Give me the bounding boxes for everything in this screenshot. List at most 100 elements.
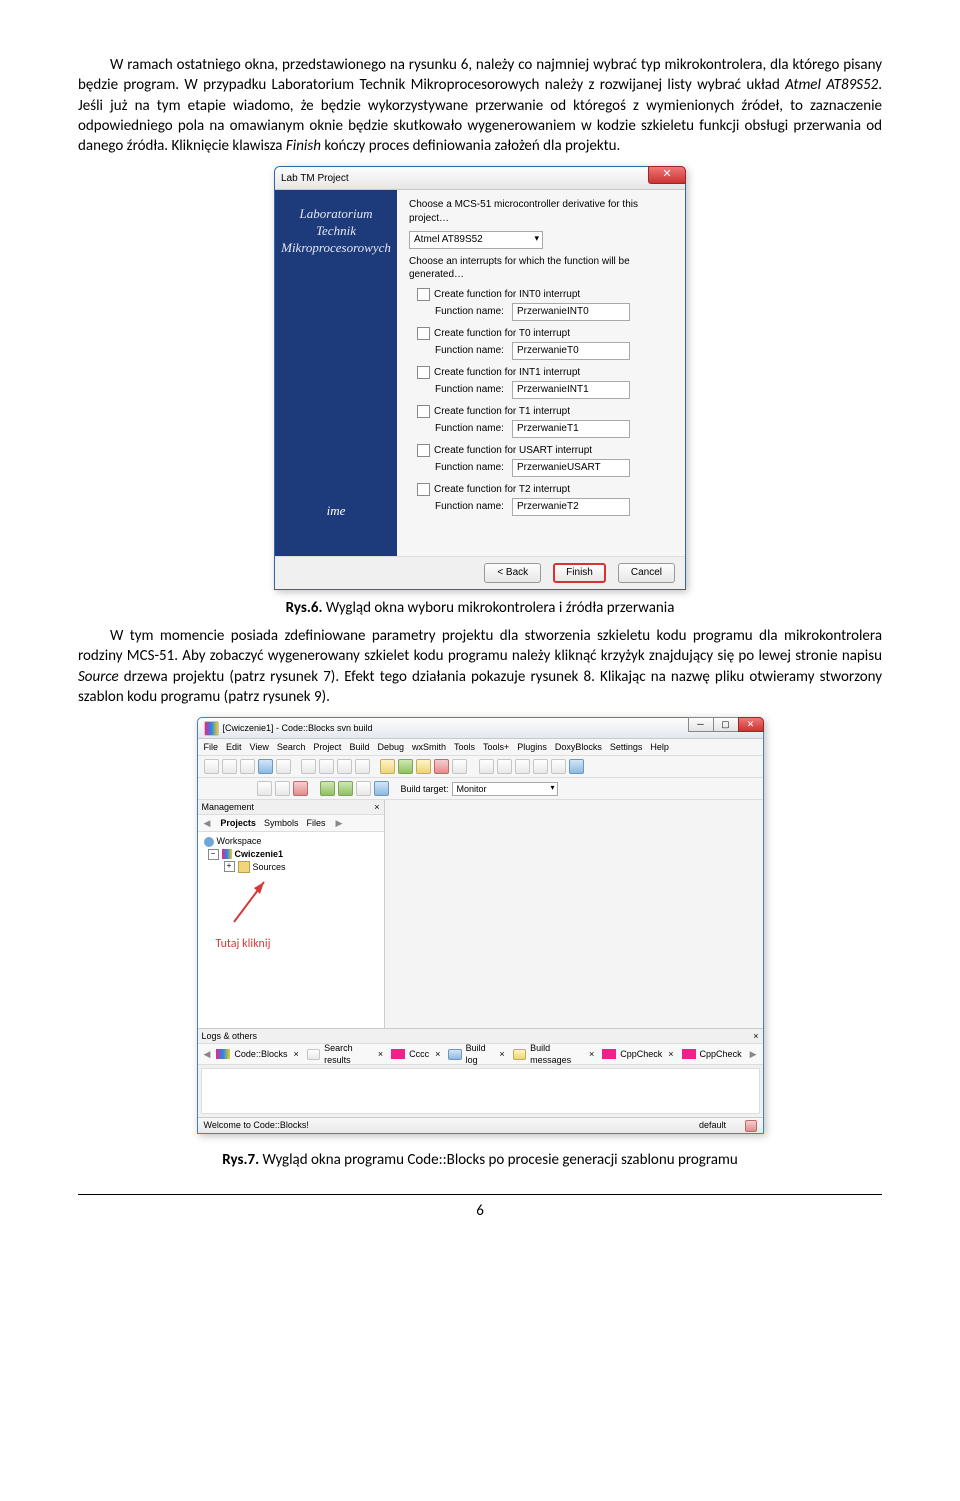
tool-icon[interactable]	[319, 759, 334, 774]
fn-input[interactable]: PrzerwanieT2	[512, 498, 630, 516]
checkbox[interactable]	[417, 405, 430, 418]
close-icon[interactable]: ✕	[738, 717, 764, 732]
menu-item[interactable]: Project	[313, 741, 341, 753]
menu-item[interactable]: Edit	[226, 741, 242, 753]
tree-collapse-icon[interactable]: −	[208, 849, 219, 860]
stop-icon[interactable]	[434, 759, 449, 774]
sidebar-line: Mikroprocesorowych	[281, 240, 391, 257]
menu-item[interactable]: Tools	[454, 741, 475, 753]
tree-expand-icon[interactable]: +	[224, 861, 235, 872]
back-button[interactable]: < Back	[484, 563, 541, 583]
finish-button[interactable]: Finish	[553, 563, 606, 583]
tool-icon[interactable]	[240, 759, 255, 774]
log-tab[interactable]: Code::Blocks	[232, 1048, 289, 1060]
log-tab[interactable]: Build messages	[528, 1042, 585, 1066]
menu-item[interactable]: Tools+	[483, 741, 509, 753]
log-tab[interactable]: Build log	[464, 1042, 496, 1066]
log-tab[interactable]: CppCheck	[618, 1048, 664, 1060]
cancel-button[interactable]: Cancel	[618, 563, 675, 583]
tool-icon[interactable]	[276, 759, 291, 774]
tab-close-icon[interactable]: ×	[497, 1048, 506, 1060]
menu-item[interactable]: Plugins	[517, 741, 547, 753]
tree-project[interactable]: Cwiczenie1	[235, 848, 284, 861]
tab-close-icon[interactable]: ×	[587, 1048, 596, 1060]
fn-input[interactable]: PrzerwanieINT0	[512, 303, 630, 321]
tab-close-icon[interactable]: ×	[291, 1048, 300, 1060]
tool-icon[interactable]	[275, 781, 290, 796]
log-tab-icon	[391, 1049, 405, 1059]
fn-label: Function name:	[435, 422, 504, 436]
tab-files[interactable]: Files	[306, 817, 325, 829]
minimize-icon[interactable]: ─	[688, 717, 714, 732]
menu-item[interactable]: DoxyBlocks	[555, 741, 602, 753]
menu-item[interactable]: File	[204, 741, 219, 753]
checkbox[interactable]	[417, 444, 430, 457]
fn-input[interactable]: PrzerwanieUSART	[512, 459, 630, 477]
menu-item[interactable]: wxSmith	[412, 741, 446, 753]
tool-icon[interactable]	[204, 759, 219, 774]
checkbox[interactable]	[417, 327, 430, 340]
tool-icon[interactable]	[374, 781, 389, 796]
play-icon[interactable]	[338, 781, 353, 796]
log-tab[interactable]: Search results	[322, 1042, 374, 1066]
maximize-icon[interactable]: ▢	[713, 717, 739, 732]
tool-icon[interactable]	[293, 781, 308, 796]
tool-icon[interactable]	[337, 759, 352, 774]
tool-icon[interactable]	[533, 759, 548, 774]
log-tab-icon	[682, 1049, 696, 1059]
fn-input[interactable]: PrzerwanieT1	[512, 420, 630, 438]
logs-panel: Logs & others × ◀ Code::Blocks× Search r…	[198, 1028, 763, 1114]
tool-icon[interactable]	[356, 781, 371, 796]
menu-item[interactable]: Debug	[377, 741, 404, 753]
menu-item[interactable]: Help	[650, 741, 669, 753]
sidebar-line: Technik	[281, 223, 391, 240]
tab-close-icon[interactable]: ×	[376, 1048, 385, 1060]
tree-workspace[interactable]: Workspace	[217, 835, 262, 848]
tool-icon[interactable]	[497, 759, 512, 774]
tool-icon[interactable]	[452, 759, 467, 774]
fn-input[interactable]: PrzerwanieT0	[512, 342, 630, 360]
tree-sources[interactable]: Sources	[253, 861, 286, 874]
project-tree: Workspace − Cwiczenie1 + Sources	[198, 832, 384, 876]
tool-icon[interactable]	[355, 759, 370, 774]
checkbox[interactable]	[417, 483, 430, 496]
fn-input[interactable]: PrzerwanieINT1	[512, 381, 630, 399]
play-icon[interactable]	[320, 781, 335, 796]
log-tab[interactable]: Cccc	[407, 1048, 431, 1060]
nav-next-icon[interactable]: ▶	[333, 817, 344, 829]
checkbox[interactable]	[417, 288, 430, 301]
tool-icon[interactable]	[222, 759, 237, 774]
search-icon	[307, 1049, 320, 1060]
tool-icon[interactable]	[569, 759, 584, 774]
menu-item[interactable]: Build	[349, 741, 369, 753]
mcu-select[interactable]: Atmel AT89S52	[409, 231, 543, 249]
nav-prev-icon[interactable]: ◀	[202, 817, 213, 829]
tab-projects[interactable]: Projects	[220, 817, 256, 829]
nav-prev-icon[interactable]: ◀	[202, 1048, 213, 1060]
log-tab[interactable]: CppCheck	[698, 1048, 744, 1060]
build-run-icon[interactable]	[416, 759, 431, 774]
menu-item[interactable]: Settings	[610, 741, 643, 753]
tool-icon[interactable]	[258, 759, 273, 774]
gear-icon[interactable]	[380, 759, 395, 774]
panel-close-icon[interactable]: ×	[753, 1030, 758, 1042]
workspace-icon	[204, 837, 214, 847]
tool-icon[interactable]	[301, 759, 316, 774]
panel-close-icon[interactable]: ×	[374, 801, 379, 813]
run-icon[interactable]	[398, 759, 413, 774]
tab-close-icon[interactable]: ×	[666, 1048, 675, 1060]
menu-item[interactable]: Search	[277, 741, 306, 753]
tool-icon[interactable]	[257, 781, 272, 796]
checkbox[interactable]	[417, 366, 430, 379]
close-icon[interactable]: ✕	[648, 166, 686, 184]
menu-item[interactable]: View	[250, 741, 269, 753]
tool-icon[interactable]	[515, 759, 530, 774]
dialog-titlebar: Lab TM Project ✕	[275, 167, 685, 190]
tool-icon[interactable]	[479, 759, 494, 774]
tab-close-icon[interactable]: ×	[433, 1048, 442, 1060]
tab-symbols[interactable]: Symbols	[264, 817, 299, 829]
build-target-select[interactable]: Monitor	[452, 782, 558, 796]
nav-next-icon[interactable]: ▶	[748, 1048, 759, 1060]
tool-icon[interactable]	[551, 759, 566, 774]
caption-text: Wygląd okna programu Code::Blocks po pro…	[259, 1151, 738, 1169]
